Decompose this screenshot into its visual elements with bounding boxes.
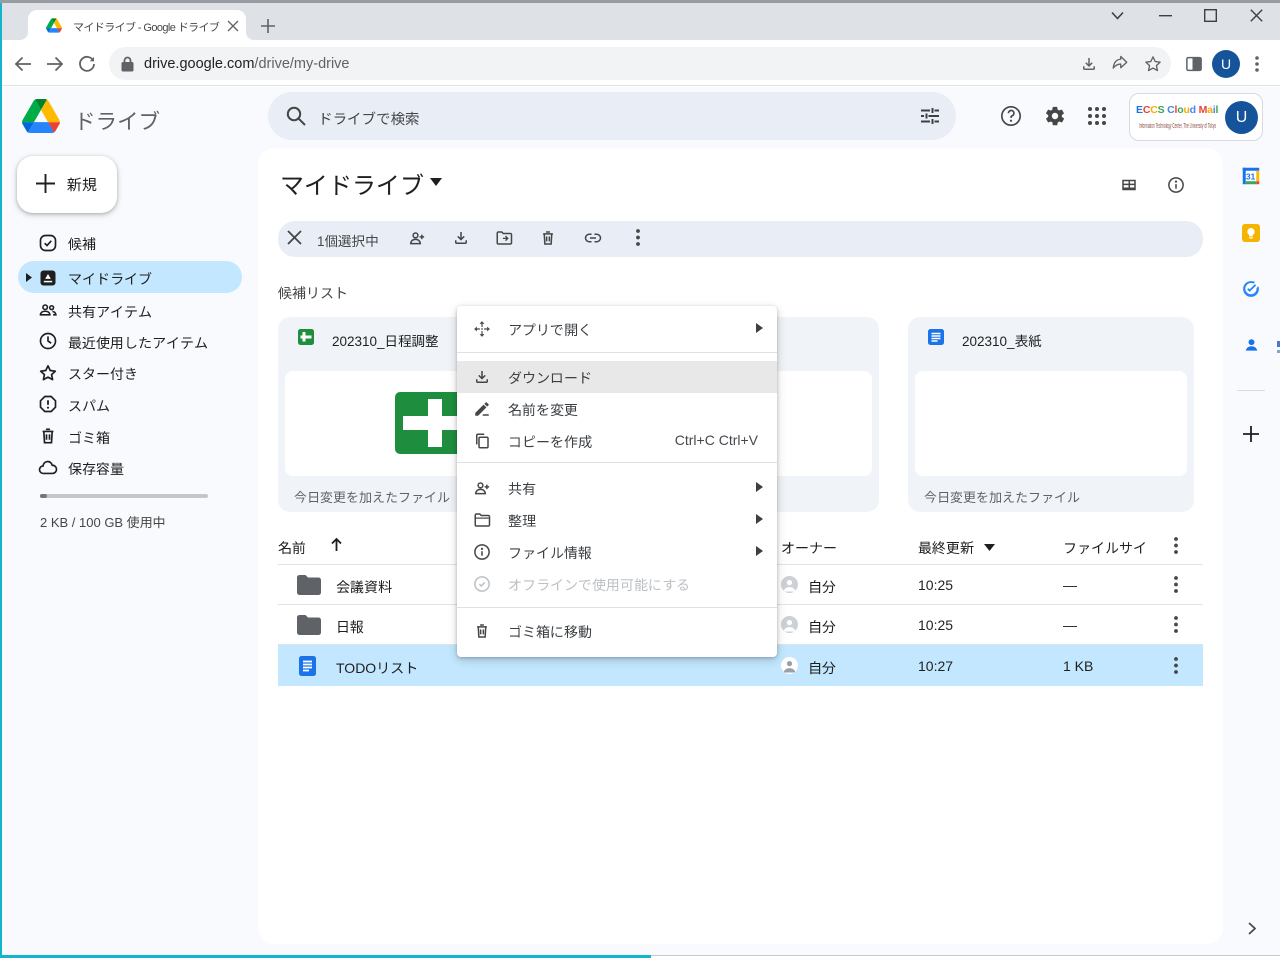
svg-text:31: 31 <box>1246 172 1256 181</box>
